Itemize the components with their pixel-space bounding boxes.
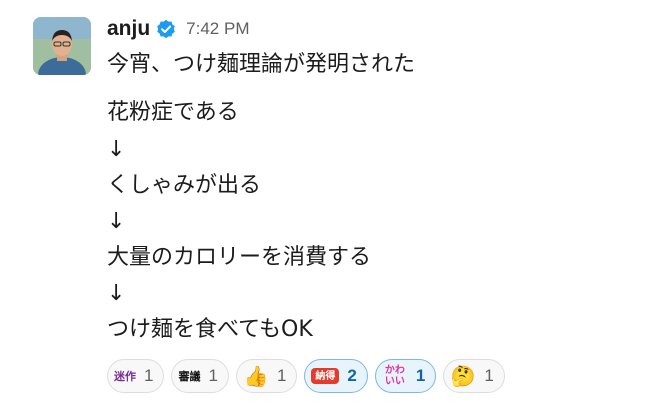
reaction-nattoku[interactable]: 納得 2 xyxy=(304,359,368,393)
message-line: ↓ xyxy=(107,281,126,306)
reaction-thumbs-up[interactable]: 👍 1 xyxy=(235,359,298,393)
reaction-bar: 迷作 1 審議 1 👍 1 納得 2 かわいい 1 🤔 1 xyxy=(107,359,505,393)
reaction-meisaku[interactable]: 迷作 1 xyxy=(107,359,165,393)
shingi-emoji-icon: 審議 xyxy=(178,369,201,383)
reaction-count: 1 xyxy=(144,366,154,385)
message-line: 今宵、つけ麺理論が発明された xyxy=(107,52,416,77)
reaction-count: 1 xyxy=(415,366,426,385)
verified-badge-icon xyxy=(156,19,176,39)
reaction-kawaii[interactable]: かわいい 1 xyxy=(374,359,437,393)
reaction-shingi[interactable]: 審議 1 xyxy=(171,359,229,393)
avatar[interactable] xyxy=(33,17,91,75)
reaction-count: 1 xyxy=(484,366,494,385)
meisaku-emoji-icon: 迷作 xyxy=(114,369,136,383)
message-line: つけ麺を食べてもOK xyxy=(107,317,313,342)
thinking-face-emoji-icon: 🤔 xyxy=(450,363,476,388)
message-line: 花粉症である xyxy=(107,100,239,125)
username[interactable]: anju xyxy=(107,17,150,41)
message-timestamp[interactable]: 7:42 PM xyxy=(186,19,249,39)
reaction-thinking[interactable]: 🤔 1 xyxy=(443,359,505,393)
thumbs-up-emoji-icon: 👍 xyxy=(243,363,269,388)
message-line: 大量のカロリーを消費する xyxy=(107,245,372,270)
avatar-photo xyxy=(33,17,91,75)
message-line: くしゃみが出る xyxy=(107,173,262,198)
message-header: anju 7:42 PM xyxy=(107,14,249,44)
message-line: ↓ xyxy=(107,137,126,162)
reaction-count: 1 xyxy=(208,366,218,385)
reaction-count: 1 xyxy=(276,366,287,385)
reaction-count: 2 xyxy=(347,366,357,385)
nattoku-emoji-icon: 納得 xyxy=(311,368,340,384)
message-line: ↓ xyxy=(107,209,126,234)
kawaii-emoji-icon: かわいい xyxy=(384,365,405,387)
